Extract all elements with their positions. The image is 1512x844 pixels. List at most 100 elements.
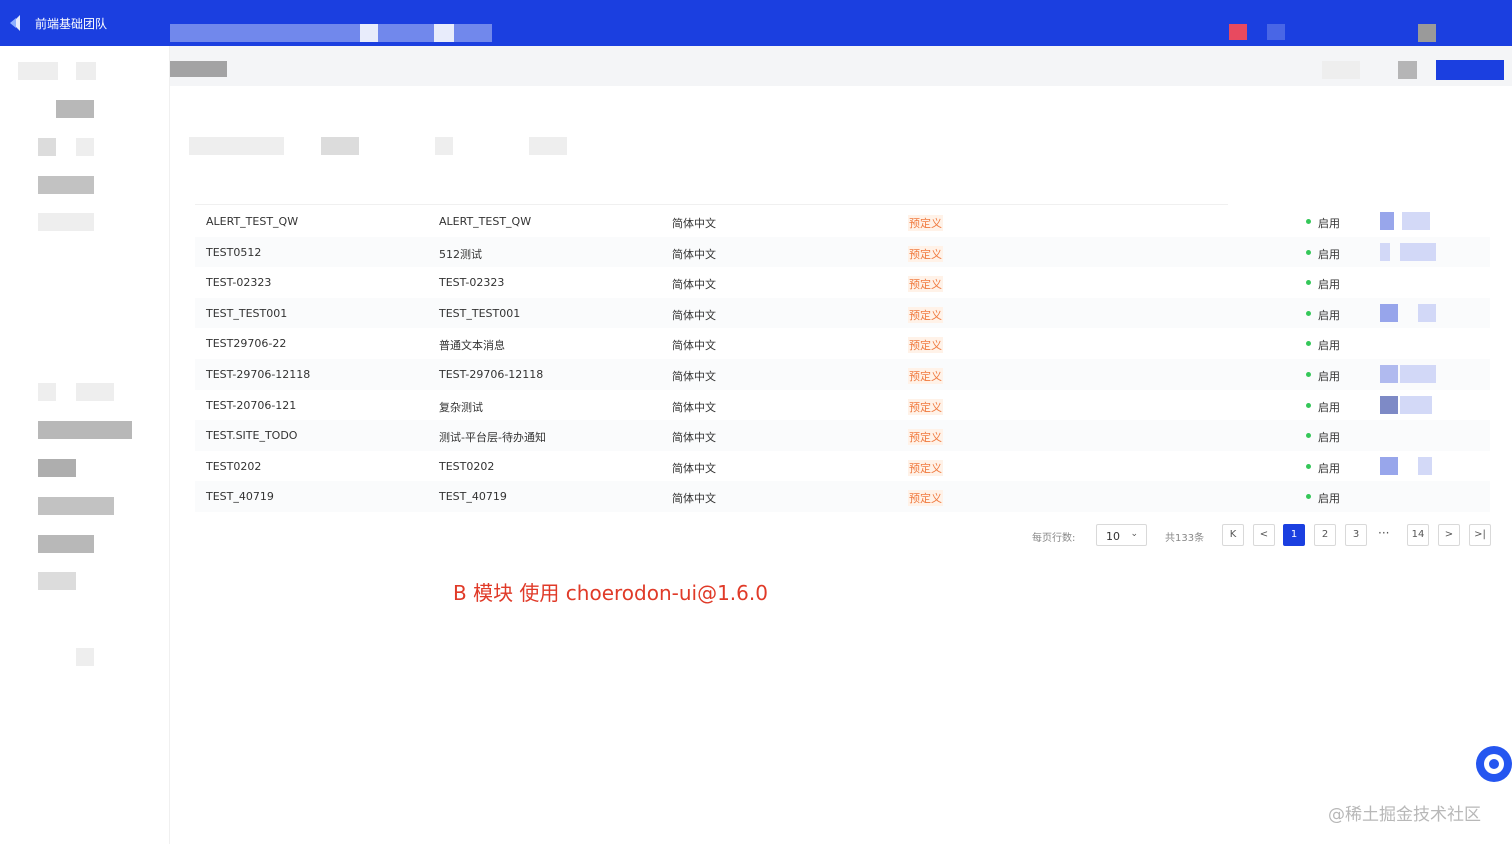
table-row[interactable]: TEST-29706-12118 TEST-29706-12118 简体中文 预… xyxy=(195,358,1490,390)
row-action[interactable] xyxy=(1418,303,1436,322)
table-row[interactable]: TEST0202 TEST0202 简体中文 预定义 启用 xyxy=(195,451,1490,482)
code-cell: TEST0512 xyxy=(206,245,262,259)
status-cell: 启用 xyxy=(1306,490,1340,506)
status-label: 启用 xyxy=(1318,308,1340,322)
type-tag: 预定义 xyxy=(908,215,943,231)
page-ellipsis[interactable]: ··· xyxy=(1378,526,1389,540)
blurred-menu-item[interactable] xyxy=(378,24,434,42)
row-action[interactable] xyxy=(1380,364,1398,383)
page-size-select[interactable]: 10 ⌄ xyxy=(1096,524,1147,546)
table-header-divider xyxy=(195,204,1228,205)
avatar[interactable] xyxy=(1418,24,1436,42)
code-cell: TEST.SITE_TODO xyxy=(206,429,298,443)
sidebar-item[interactable] xyxy=(76,648,94,666)
status-cell: 启用 xyxy=(1306,337,1340,353)
status-cell: 启用 xyxy=(1306,368,1340,384)
sidebar-item[interactable] xyxy=(76,383,114,401)
blurred-menu-item[interactable] xyxy=(360,24,378,42)
language-cell: 简体中文 xyxy=(672,369,716,383)
table-row[interactable]: TEST_TEST001 TEST_TEST001 简体中文 预定义 启用 xyxy=(195,297,1490,329)
next-page-button[interactable]: > xyxy=(1438,524,1460,546)
status-dot-icon xyxy=(1306,280,1311,286)
total-count: 共133条 xyxy=(1165,533,1205,544)
status-label: 启用 xyxy=(1318,339,1340,353)
sidebar-item[interactable] xyxy=(38,572,76,590)
type-tag: 预定义 xyxy=(908,490,943,507)
name-cell: 测试-平台层-待办通知 xyxy=(439,431,546,445)
team-name[interactable]: 前端基础团队 xyxy=(35,15,107,32)
blurred-menu[interactable] xyxy=(170,24,360,42)
last-page-button[interactable]: >| xyxy=(1469,524,1491,546)
page-button-2[interactable]: 2 xyxy=(1314,524,1336,546)
blurred-menu-item[interactable] xyxy=(434,24,454,42)
status-cell: 启用 xyxy=(1306,399,1340,415)
page-button-1[interactable]: 1 xyxy=(1283,524,1305,546)
status-dot-icon xyxy=(1306,310,1311,316)
language-cell: 简体中文 xyxy=(672,278,716,292)
sidebar-item[interactable] xyxy=(38,176,94,194)
status-cell: 启用 xyxy=(1306,429,1340,445)
sidebar-item[interactable] xyxy=(38,383,56,401)
filter-field[interactable] xyxy=(529,137,567,155)
sidebar-item[interactable] xyxy=(38,459,76,477)
sidebar-item[interactable] xyxy=(76,62,96,80)
header-button[interactable] xyxy=(1398,61,1417,79)
header-button[interactable] xyxy=(1322,61,1360,79)
table-row[interactable]: ALERT_TEST_QW ALERT_TEST_QW 简体中文 预定义 启用 xyxy=(195,206,1490,237)
name-cell: TEST-29706-12118 xyxy=(439,367,544,381)
table-row[interactable]: TEST29706-22 普通文本消息 简体中文 预定义 启用 xyxy=(195,328,1490,359)
row-action[interactable] xyxy=(1400,364,1436,383)
notification-icon[interactable] xyxy=(1229,24,1247,40)
code-cell: TEST-20706-121 xyxy=(206,398,297,412)
row-action[interactable] xyxy=(1402,212,1430,230)
primary-action-button[interactable] xyxy=(1436,60,1504,80)
status-dot-icon xyxy=(1306,249,1311,255)
code-cell: TEST-02323 xyxy=(206,276,272,290)
language-cell: 简体中文 xyxy=(672,339,716,353)
assistant-icon xyxy=(1484,754,1504,774)
help-icon[interactable] xyxy=(1267,24,1285,40)
row-action[interactable] xyxy=(1400,395,1432,414)
filter-field[interactable] xyxy=(189,137,284,155)
name-cell: TEST0202 xyxy=(439,459,495,473)
code-cell: TEST-29706-12118 xyxy=(206,367,311,381)
table-row[interactable]: TEST-02323 TEST-02323 简体中文 预定义 启用 xyxy=(195,267,1490,298)
sidebar-item[interactable] xyxy=(76,138,94,156)
prev-page-button[interactable]: < xyxy=(1253,524,1275,546)
assistant-float-button[interactable] xyxy=(1476,746,1512,782)
row-action[interactable] xyxy=(1380,456,1398,475)
blurred-menu-item[interactable] xyxy=(454,24,492,42)
code-cell: TEST29706-22 xyxy=(206,337,287,351)
sidebar-item[interactable] xyxy=(38,213,94,231)
status-dot-icon xyxy=(1306,494,1311,500)
sidebar-item[interactable] xyxy=(38,535,94,553)
table-row[interactable]: TEST0512 512测试 简体中文 预定义 启用 xyxy=(195,236,1490,268)
row-action[interactable] xyxy=(1380,242,1390,261)
sidebar-item[interactable] xyxy=(38,421,132,439)
type-tag: 预定义 xyxy=(908,429,943,446)
sidebar-item[interactable] xyxy=(18,62,58,80)
row-action[interactable] xyxy=(1380,212,1394,230)
filter-field[interactable] xyxy=(435,137,453,155)
row-action[interactable] xyxy=(1380,395,1398,414)
status-label: 启用 xyxy=(1318,369,1340,383)
page-button-last[interactable]: 14 xyxy=(1407,524,1429,546)
name-cell: 复杂测试 xyxy=(439,400,483,414)
name-cell: 512测试 xyxy=(439,247,482,261)
code-cell: TEST_TEST001 xyxy=(206,306,288,320)
row-action[interactable] xyxy=(1400,242,1436,261)
watermark: @稀土掘金技术社区 xyxy=(1328,805,1481,825)
name-cell: 普通文本消息 xyxy=(439,339,505,353)
page-button-3[interactable]: 3 xyxy=(1345,524,1367,546)
sidebar-item[interactable] xyxy=(38,138,56,156)
table-row[interactable]: TEST.SITE_TODO 测试-平台层-待办通知 简体中文 预定义 启用 xyxy=(195,420,1490,451)
sidebar-item[interactable] xyxy=(56,100,94,118)
status-cell: 启用 xyxy=(1306,246,1340,262)
table-row[interactable]: TEST_40719 TEST_40719 简体中文 预定义 启用 xyxy=(195,481,1490,512)
row-action[interactable] xyxy=(1418,456,1432,475)
first-page-button[interactable]: K xyxy=(1222,524,1244,546)
row-action[interactable] xyxy=(1380,303,1398,322)
sidebar-item[interactable] xyxy=(38,497,114,515)
table-row[interactable]: TEST-20706-121 复杂测试 简体中文 预定义 启用 xyxy=(195,390,1490,421)
filter-field[interactable] xyxy=(321,137,359,155)
